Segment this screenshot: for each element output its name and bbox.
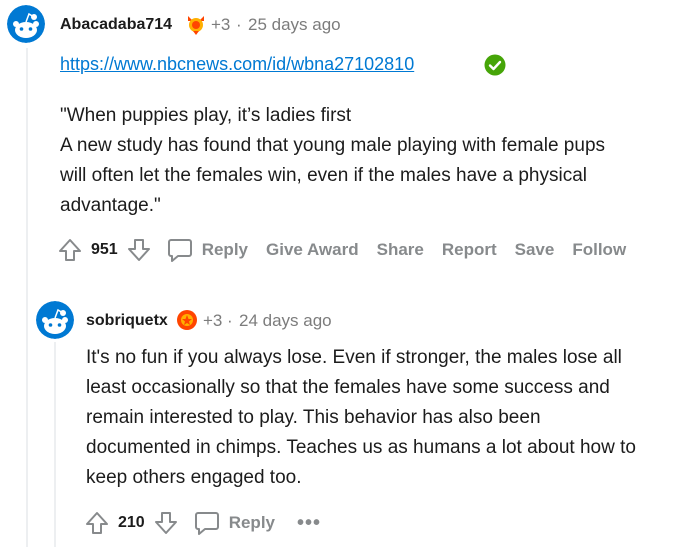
upvote-icon[interactable]: [84, 510, 110, 536]
snoo-avatar-icon: [36, 301, 74, 339]
report-button[interactable]: Report: [442, 240, 497, 260]
comment-bubble-icon: [167, 239, 192, 262]
article-link[interactable]: https://www.nbcnews.com/id/wbna27102810: [60, 54, 414, 75]
comment-body: It's no fun if you always lose. Even if …: [86, 343, 696, 493]
separator: ·: [227, 311, 233, 330]
username[interactable]: sobriquetx: [86, 312, 168, 330]
downvote-icon[interactable]: [153, 510, 179, 536]
thread-line-reply[interactable]: [54, 342, 56, 547]
body-line: will often let the females win, even if …: [60, 165, 587, 186]
username[interactable]: Abacadaba714: [60, 16, 172, 34]
vote-score: 210: [118, 514, 145, 531]
separator: ·: [236, 15, 242, 34]
timestamp[interactable]: 24 days ago: [239, 311, 332, 331]
award-count[interactable]: +3: [211, 15, 230, 35]
thread-line[interactable]: [26, 48, 28, 547]
snoo-avatar-icon: [7, 5, 45, 43]
award-icon: [177, 310, 197, 330]
follow-button[interactable]: Follow: [572, 240, 626, 260]
vote-score: 951: [91, 241, 118, 258]
downvote-icon[interactable]: [126, 237, 152, 263]
comment-actions: 951 Reply Give Award Share Report Save F…: [57, 233, 626, 267]
body-line: remain interested to play. This behavior…: [86, 407, 541, 428]
upvote-icon[interactable]: [57, 237, 83, 263]
body-line: "When puppies play, it’s ladies first: [60, 105, 352, 126]
comment-actions: 210 Reply •••: [84, 506, 321, 540]
comment-body: "When puppies play, it’s ladies first A …: [60, 101, 680, 221]
save-button[interactable]: Save: [515, 240, 555, 260]
body-line: It's no fun if you always lose. Even if …: [86, 347, 622, 368]
comment-bubble-icon: [194, 512, 219, 535]
give-award-button[interactable]: Give Award: [266, 240, 359, 260]
award-count[interactable]: +3: [203, 311, 222, 331]
share-button[interactable]: Share: [377, 240, 424, 260]
body-line: documented in chimps. Teaches us as huma…: [86, 437, 636, 458]
award-icon: [188, 16, 204, 35]
reply-label: Reply: [201, 240, 248, 259]
body-line: keep others engaged too.: [86, 467, 302, 488]
body-line: A new study has found that young male pl…: [60, 135, 606, 156]
reply-label: Reply: [228, 513, 275, 532]
reply-button[interactable]: Reply: [193, 509, 275, 537]
check-circle-icon: [484, 54, 506, 76]
more-options-icon[interactable]: •••: [297, 512, 321, 535]
reply-button[interactable]: Reply: [166, 236, 248, 264]
avatar[interactable]: [7, 5, 45, 43]
body-line: advantage.": [60, 195, 161, 216]
timestamp[interactable]: 25 days ago: [248, 15, 341, 35]
body-line: least occasionally so that the females h…: [86, 377, 610, 398]
avatar[interactable]: [36, 301, 74, 339]
